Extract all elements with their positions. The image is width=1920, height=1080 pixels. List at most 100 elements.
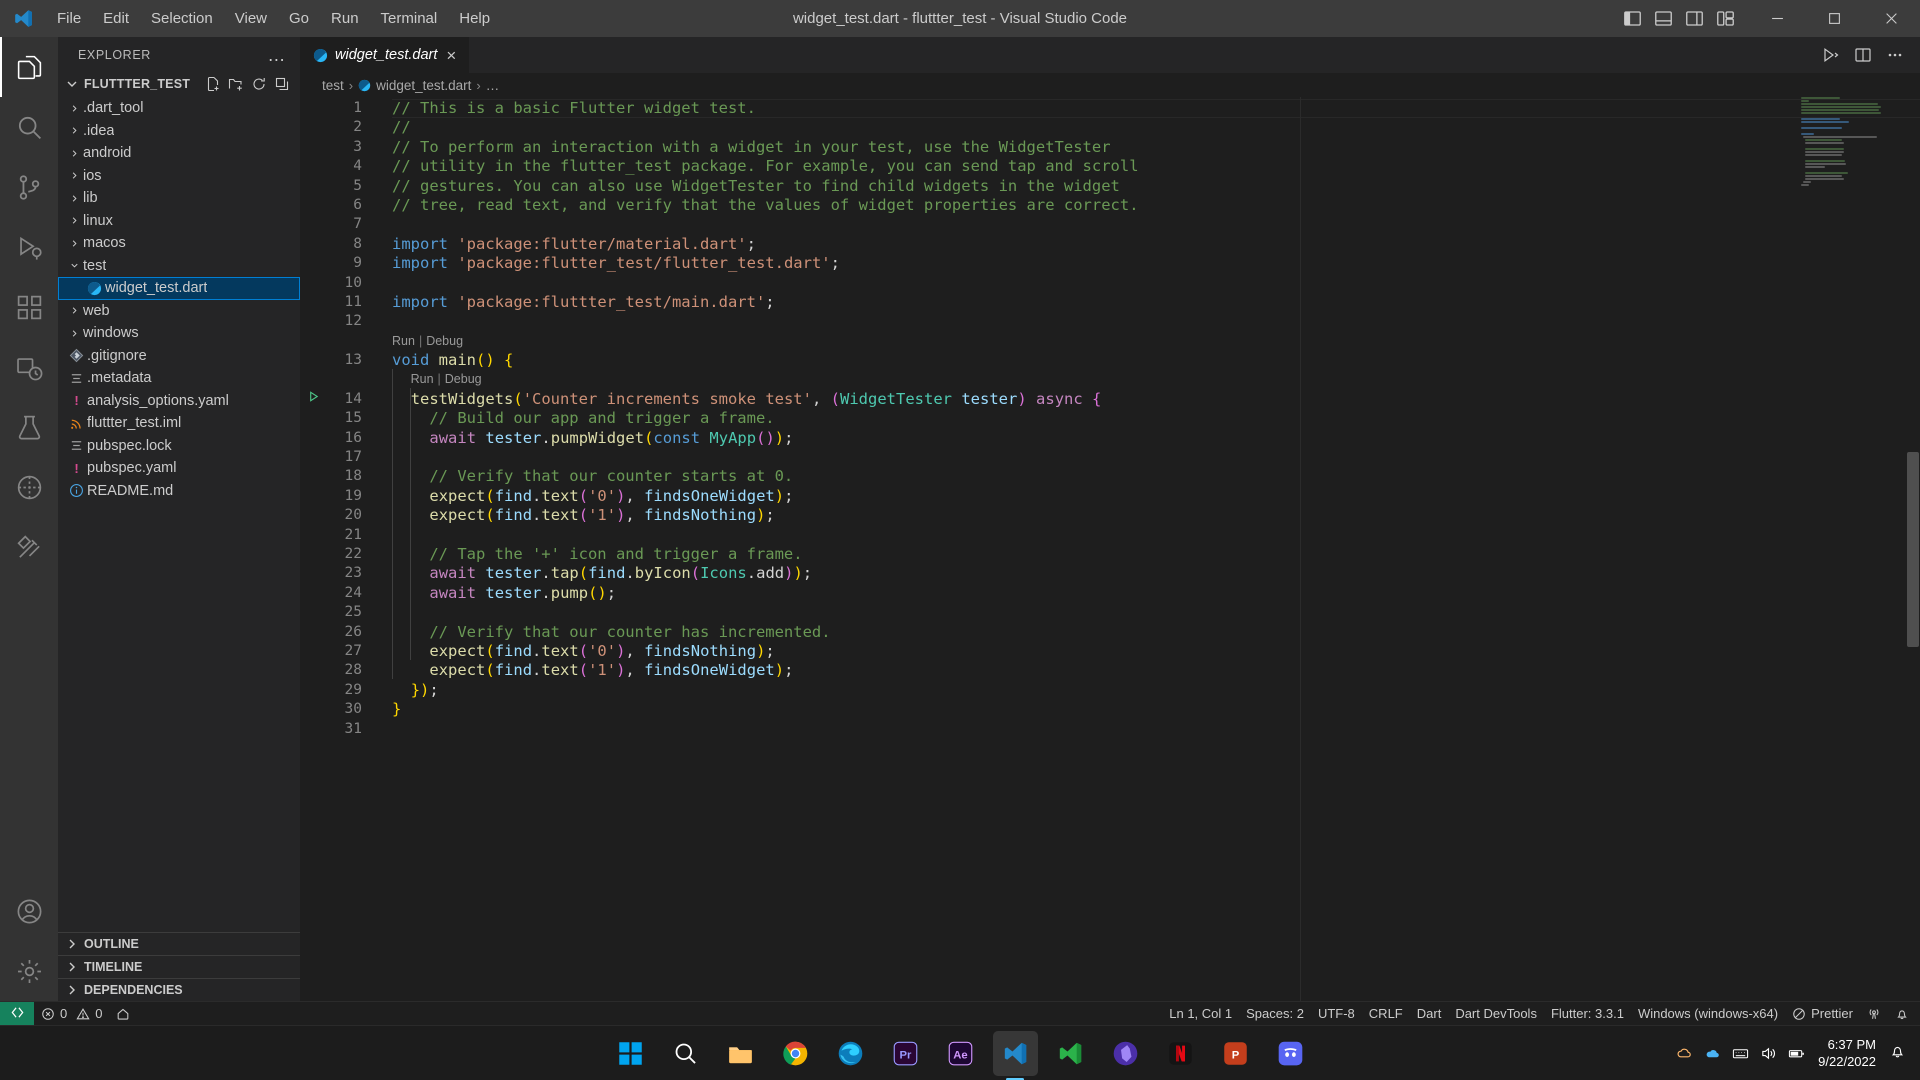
menu-help[interactable]: Help	[448, 6, 501, 31]
tree-item-idea[interactable]: .idea	[58, 120, 300, 143]
menu-file[interactable]: File	[46, 6, 92, 31]
code-line-12[interactable]: 12	[300, 312, 1920, 331]
code-line-2[interactable]: 2//	[300, 118, 1920, 137]
tree-item-widget-test-dart[interactable]: widget_test.dart	[58, 277, 300, 300]
taskbar-visual-studio-code[interactable]	[993, 1031, 1038, 1076]
activity-item-dart-devtools[interactable]	[0, 517, 58, 577]
code-line-11[interactable]: 11import 'package:fluttter_test/main.dar…	[300, 293, 1920, 312]
tree-item-macos[interactable]: macos	[58, 232, 300, 255]
chevron-right-icon[interactable]	[66, 238, 83, 249]
code-line-24[interactable]: 24 await tester.pump();	[300, 584, 1920, 603]
tree-item-web[interactable]: web	[58, 300, 300, 323]
chevron-right-icon[interactable]	[66, 215, 83, 226]
code-line-13[interactable]: 13void main() {	[300, 351, 1920, 370]
tree-item-pubspec-yaml[interactable]: !pubspec.yaml	[58, 457, 300, 480]
status-flutter-version[interactable]: Flutter: 3.3.1	[1544, 1002, 1631, 1026]
menu-view[interactable]: View	[224, 6, 278, 31]
taskbar-vs-code-insiders[interactable]	[1048, 1031, 1093, 1076]
code-line-31[interactable]: 31	[300, 720, 1920, 739]
breadcrumb-symbol[interactable]: …	[486, 78, 500, 93]
customize-layout-icon[interactable]	[1716, 9, 1735, 28]
minimize-button[interactable]	[1749, 0, 1806, 37]
panel-timeline[interactable]: TIMELINE	[58, 955, 300, 978]
new-folder-icon[interactable]	[228, 76, 244, 92]
chevron-right-icon[interactable]	[66, 125, 83, 136]
status-editor-position[interactable]: Ln 1, Col 1	[1162, 1002, 1239, 1026]
menu-terminal[interactable]: Terminal	[370, 6, 449, 31]
menu-selection[interactable]: Selection	[140, 6, 224, 31]
chevron-down-icon[interactable]	[66, 260, 83, 271]
tree-item-fluttter-test-iml[interactable]: fluttter_test.iml	[58, 412, 300, 435]
code-line-4[interactable]: 4// utility in the flutter_test package.…	[300, 157, 1920, 176]
tab-widget-test-dart[interactable]: widget_test.dart ×	[300, 37, 470, 73]
codelens-debug-link[interactable]: Debug	[426, 332, 463, 351]
activity-item-explorer[interactable]	[0, 37, 58, 97]
status-language-mode[interactable]: Dart	[1410, 1002, 1449, 1026]
status-notifications[interactable]	[1888, 1002, 1916, 1026]
taskbar-powerpoint[interactable]: P	[1213, 1031, 1258, 1076]
code-line-8[interactable]: 8import 'package:flutter/material.dart';	[300, 235, 1920, 254]
sidebar-more-actions-icon[interactable]: …	[261, 50, 292, 60]
refresh-icon[interactable]	[251, 76, 267, 92]
code-line-7[interactable]: 7	[300, 215, 1920, 234]
battery-icon[interactable]	[1788, 1045, 1805, 1062]
collapse-all-icon[interactable]	[274, 76, 290, 92]
chevron-right-icon[interactable]	[66, 170, 83, 181]
onedrive-icon[interactable]	[1704, 1045, 1721, 1062]
code-line-5[interactable]: 5// gestures. You can also use WidgetTes…	[300, 177, 1920, 196]
status-eol[interactable]: CRLF	[1362, 1002, 1410, 1026]
code-line-19[interactable]: 19 expect(find.text('0'), findsOneWidget…	[300, 487, 1920, 506]
tree-item-readme-md[interactable]: README.md	[58, 480, 300, 503]
taskbar-adobe-premiere-pro[interactable]: Pr	[883, 1031, 928, 1076]
menu-edit[interactable]: Edit	[92, 6, 140, 31]
close-button[interactable]	[1863, 0, 1920, 37]
tree-item-linux[interactable]: linux	[58, 210, 300, 233]
code-line-29[interactable]: 29 });	[300, 681, 1920, 700]
menu-run[interactable]: Run	[320, 6, 370, 31]
code-line-3[interactable]: 3// To perform an interaction with a wid…	[300, 138, 1920, 157]
status-encoding[interactable]: UTF-8	[1311, 1002, 1362, 1026]
code-line-23[interactable]: 23 await tester.tap(find.byIcon(Icons.ad…	[300, 564, 1920, 583]
code-line-22[interactable]: 22 // Tap the '+' icon and trigger a fra…	[300, 545, 1920, 564]
tree-item-windows[interactable]: windows	[58, 322, 300, 345]
code-editor[interactable]: 1// This is a basic Flutter widget test.…	[300, 97, 1920, 1001]
status-prettier[interactable]: Prettier	[1785, 1002, 1860, 1026]
status-dart-devtools[interactable]: Dart DevTools	[1448, 1002, 1544, 1026]
code-line-28[interactable]: 28 expect(find.text('1'), findsOneWidget…	[300, 661, 1920, 680]
chevron-right-icon[interactable]	[66, 193, 83, 204]
taskbar-adobe-after-effects[interactable]: Ae	[938, 1031, 983, 1076]
new-file-icon[interactable]	[205, 76, 221, 92]
remote-window-button[interactable]	[0, 1002, 34, 1026]
taskbar-google-chrome[interactable]	[773, 1031, 818, 1076]
taskbar-discord[interactable]	[1268, 1031, 1313, 1076]
problems-button[interactable]: 0 0	[34, 1002, 109, 1026]
toggle-panel-icon[interactable]	[1654, 9, 1673, 28]
codelens-debug-link[interactable]: Debug	[445, 370, 482, 389]
code-line-9[interactable]: 9import 'package:flutter_test/flutter_te…	[300, 254, 1920, 273]
tree-item-metadata[interactable]: .metadata	[58, 367, 300, 390]
volume-icon[interactable]	[1760, 1045, 1777, 1062]
status-indentation[interactable]: Spaces: 2	[1239, 1002, 1311, 1026]
tree-item-android[interactable]: android	[58, 142, 300, 165]
cloud-sync-icon[interactable]	[1676, 1045, 1693, 1062]
editor-scrollbar[interactable]	[1906, 97, 1920, 1001]
notification-center-icon[interactable]	[1889, 1043, 1906, 1063]
taskbar-search-button[interactable]	[663, 1031, 708, 1076]
activity-item-accounts[interactable]	[0, 881, 58, 941]
codelens-run-link[interactable]: Run	[392, 332, 415, 351]
code-line-14[interactable]: 14 testWidgets('Counter increments smoke…	[300, 390, 1920, 409]
chevron-right-icon[interactable]	[66, 103, 83, 114]
tree-item-lib[interactable]: lib	[58, 187, 300, 210]
keyboard-icon[interactable]	[1732, 1045, 1749, 1062]
activity-item-source-control[interactable]	[0, 157, 58, 217]
menu-go[interactable]: Go	[278, 6, 320, 31]
activity-item-flutter-inspector[interactable]	[0, 457, 58, 517]
tree-item-analysis-options-yaml[interactable]: !analysis_options.yaml	[58, 390, 300, 413]
tree-item-gitignore[interactable]: .gitignore	[58, 345, 300, 368]
start-button[interactable]	[608, 1031, 653, 1076]
taskbar-clock[interactable]: 6:37 PM 9/22/2022	[1814, 1036, 1880, 1070]
code-line-27[interactable]: 27 expect(find.text('0'), findsNothing);	[300, 642, 1920, 661]
activity-item-manage-settings[interactable]	[0, 941, 58, 1001]
toggle-primary-sidebar-icon[interactable]	[1623, 9, 1642, 28]
tree-item-pubspec-lock[interactable]: pubspec.lock	[58, 435, 300, 458]
